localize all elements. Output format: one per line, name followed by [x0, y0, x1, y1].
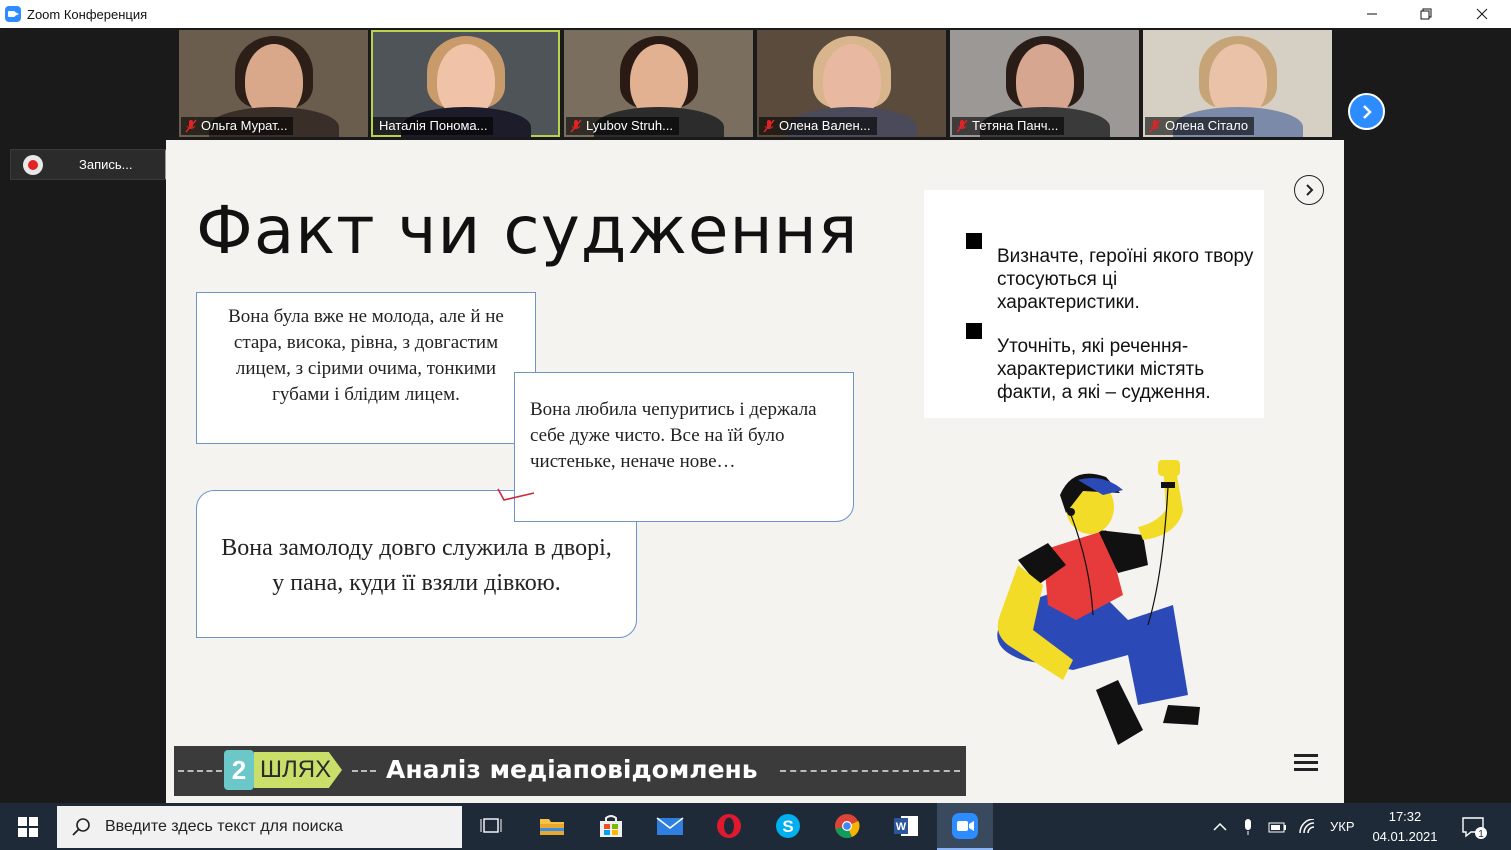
wifi-icon	[1299, 818, 1315, 833]
bullet-square	[966, 323, 982, 339]
minimize-button[interactable]	[1349, 0, 1395, 28]
microphone-icon	[1245, 818, 1251, 835]
bullet-square	[966, 233, 982, 249]
clock-date: 04.01.2021	[1372, 829, 1438, 844]
zoom-app-icon	[5, 6, 21, 22]
restore-icon	[1420, 8, 1432, 20]
chevron-up-icon	[1213, 822, 1227, 831]
notification-count: 1	[1478, 829, 1484, 839]
shared-slide: Факт чи судження Вона була вже не молода…	[166, 140, 1344, 804]
slide-next-button[interactable]	[1294, 175, 1324, 205]
recording-label: Запись...	[79, 157, 133, 172]
participant-tile[interactable]: Ольга Мурат...	[179, 30, 368, 137]
chrome-icon	[835, 814, 860, 839]
menu-line	[1294, 754, 1318, 757]
menu-line	[1294, 768, 1318, 771]
opera-icon	[717, 814, 741, 838]
participant-name: Lyubov Struh...	[566, 117, 679, 135]
task-view-button[interactable]	[476, 811, 506, 841]
participant-tile[interactable]: Олена Сітало	[1143, 30, 1332, 137]
start-button[interactable]	[0, 803, 56, 850]
zoom-icon	[952, 813, 978, 839]
task-bullet-1: Визначте, героїні якого твору стосуються…	[997, 246, 1254, 313]
muted-mic-icon	[185, 119, 197, 133]
search-icon	[72, 818, 90, 836]
folder-icon	[540, 819, 564, 835]
file-explorer-button[interactable]	[537, 811, 567, 841]
show-hidden-icons[interactable]	[1212, 803, 1228, 850]
word-button[interactable]: W	[891, 811, 921, 841]
skype-button[interactable]: S	[773, 811, 803, 841]
task-card: Визначте, героїні якого твору стосуються…	[924, 190, 1264, 418]
participant-name: Олена Сітало	[1145, 117, 1255, 135]
text-box-1: Вона була вже не молода, але й не стара,…	[196, 292, 536, 444]
skype-icon: S	[776, 814, 800, 838]
windows-taskbar: Введите здесь текст для поиска S W УКР 1…	[0, 803, 1511, 850]
network-tray[interactable]	[1298, 803, 1318, 850]
battery-tray[interactable]	[1268, 803, 1288, 850]
participant-tile[interactable]: Олена Вален...	[757, 30, 946, 137]
action-center-button[interactable]: 1	[1461, 803, 1487, 850]
mail-icon	[656, 817, 684, 835]
chevron-right-icon	[1362, 104, 1372, 119]
banner-dashes	[352, 770, 376, 772]
banner-caption: Аналіз медіаповідомлень	[386, 755, 758, 784]
restore-button[interactable]	[1403, 0, 1449, 28]
participant-tile-active-speaker[interactable]: Наталія Понома...	[371, 30, 560, 137]
muted-mic-icon	[1149, 119, 1161, 133]
task-bullet-2: Уточніть, які речення-характеристики міс…	[997, 336, 1211, 403]
chevron-right-icon	[1306, 184, 1314, 196]
zoom-taskbar-button[interactable]	[937, 803, 993, 850]
person-illustration	[997, 460, 1200, 745]
participant-name: Ольга Мурат...	[181, 117, 294, 135]
menu-line	[1294, 761, 1318, 764]
next-participants-button[interactable]	[1348, 93, 1385, 130]
mail-button[interactable]	[655, 811, 685, 841]
close-button[interactable]	[1459, 0, 1505, 28]
windows-logo-icon	[18, 816, 38, 837]
banner-dashes	[780, 770, 960, 772]
close-icon	[1476, 8, 1488, 20]
banner-logo-number: 2	[224, 750, 254, 790]
store-button[interactable]	[596, 811, 626, 841]
input-language[interactable]: УКР	[1330, 803, 1355, 850]
notifications-icon: 1	[1462, 816, 1487, 839]
muted-mic-icon	[570, 119, 582, 133]
window-title: Zoom Конференция	[27, 6, 148, 22]
slide-menu-button[interactable]	[1294, 754, 1318, 772]
task-view-icon	[480, 818, 502, 833]
chrome-button[interactable]	[832, 811, 862, 841]
participant-name: Олена Вален...	[759, 117, 877, 135]
participant-strip: Ольга Мурат... Наталія Понома... Lyubov …	[0, 28, 1511, 140]
banner-dashes	[178, 770, 222, 772]
topic-banner: 2 ШЛЯХ Аналіз медіаповідомлень	[174, 746, 966, 796]
taskbar-search[interactable]: Введите здесь текст для поиска	[57, 806, 462, 848]
battery-icon	[1268, 822, 1286, 832]
text-box-2: Вона любила чепуритись і держала себе ду…	[514, 372, 854, 522]
taskbar-clock[interactable]: 17:32 04.01.2021	[1365, 807, 1445, 847]
participant-tile[interactable]: Тетяна Панч...	[950, 30, 1139, 137]
svg-text:S: S	[782, 817, 793, 836]
muted-mic-icon	[763, 119, 775, 133]
participant-name: Наталія Понома...	[373, 117, 494, 135]
record-icon	[23, 154, 43, 175]
participant-name: Тетяна Панч...	[952, 117, 1065, 135]
store-icon	[600, 815, 622, 837]
minimize-icon	[1367, 13, 1377, 15]
search-placeholder: Введите здесь текст для поиска	[105, 818, 343, 835]
muted-mic-icon	[956, 119, 968, 133]
banner-logo-word: ШЛЯХ	[254, 752, 342, 788]
annotation-checkmark	[497, 488, 535, 501]
word-icon: W	[894, 816, 918, 836]
clock-time: 17:32	[1388, 809, 1422, 824]
opera-button[interactable]	[714, 811, 744, 841]
participant-tile[interactable]: Lyubov Struh...	[564, 30, 753, 137]
slide-title: Факт чи судження	[196, 192, 859, 269]
svg-text:W: W	[896, 821, 907, 833]
microphone-tray[interactable]	[1242, 803, 1254, 850]
title-bar: Zoom Конференция	[0, 0, 1511, 28]
